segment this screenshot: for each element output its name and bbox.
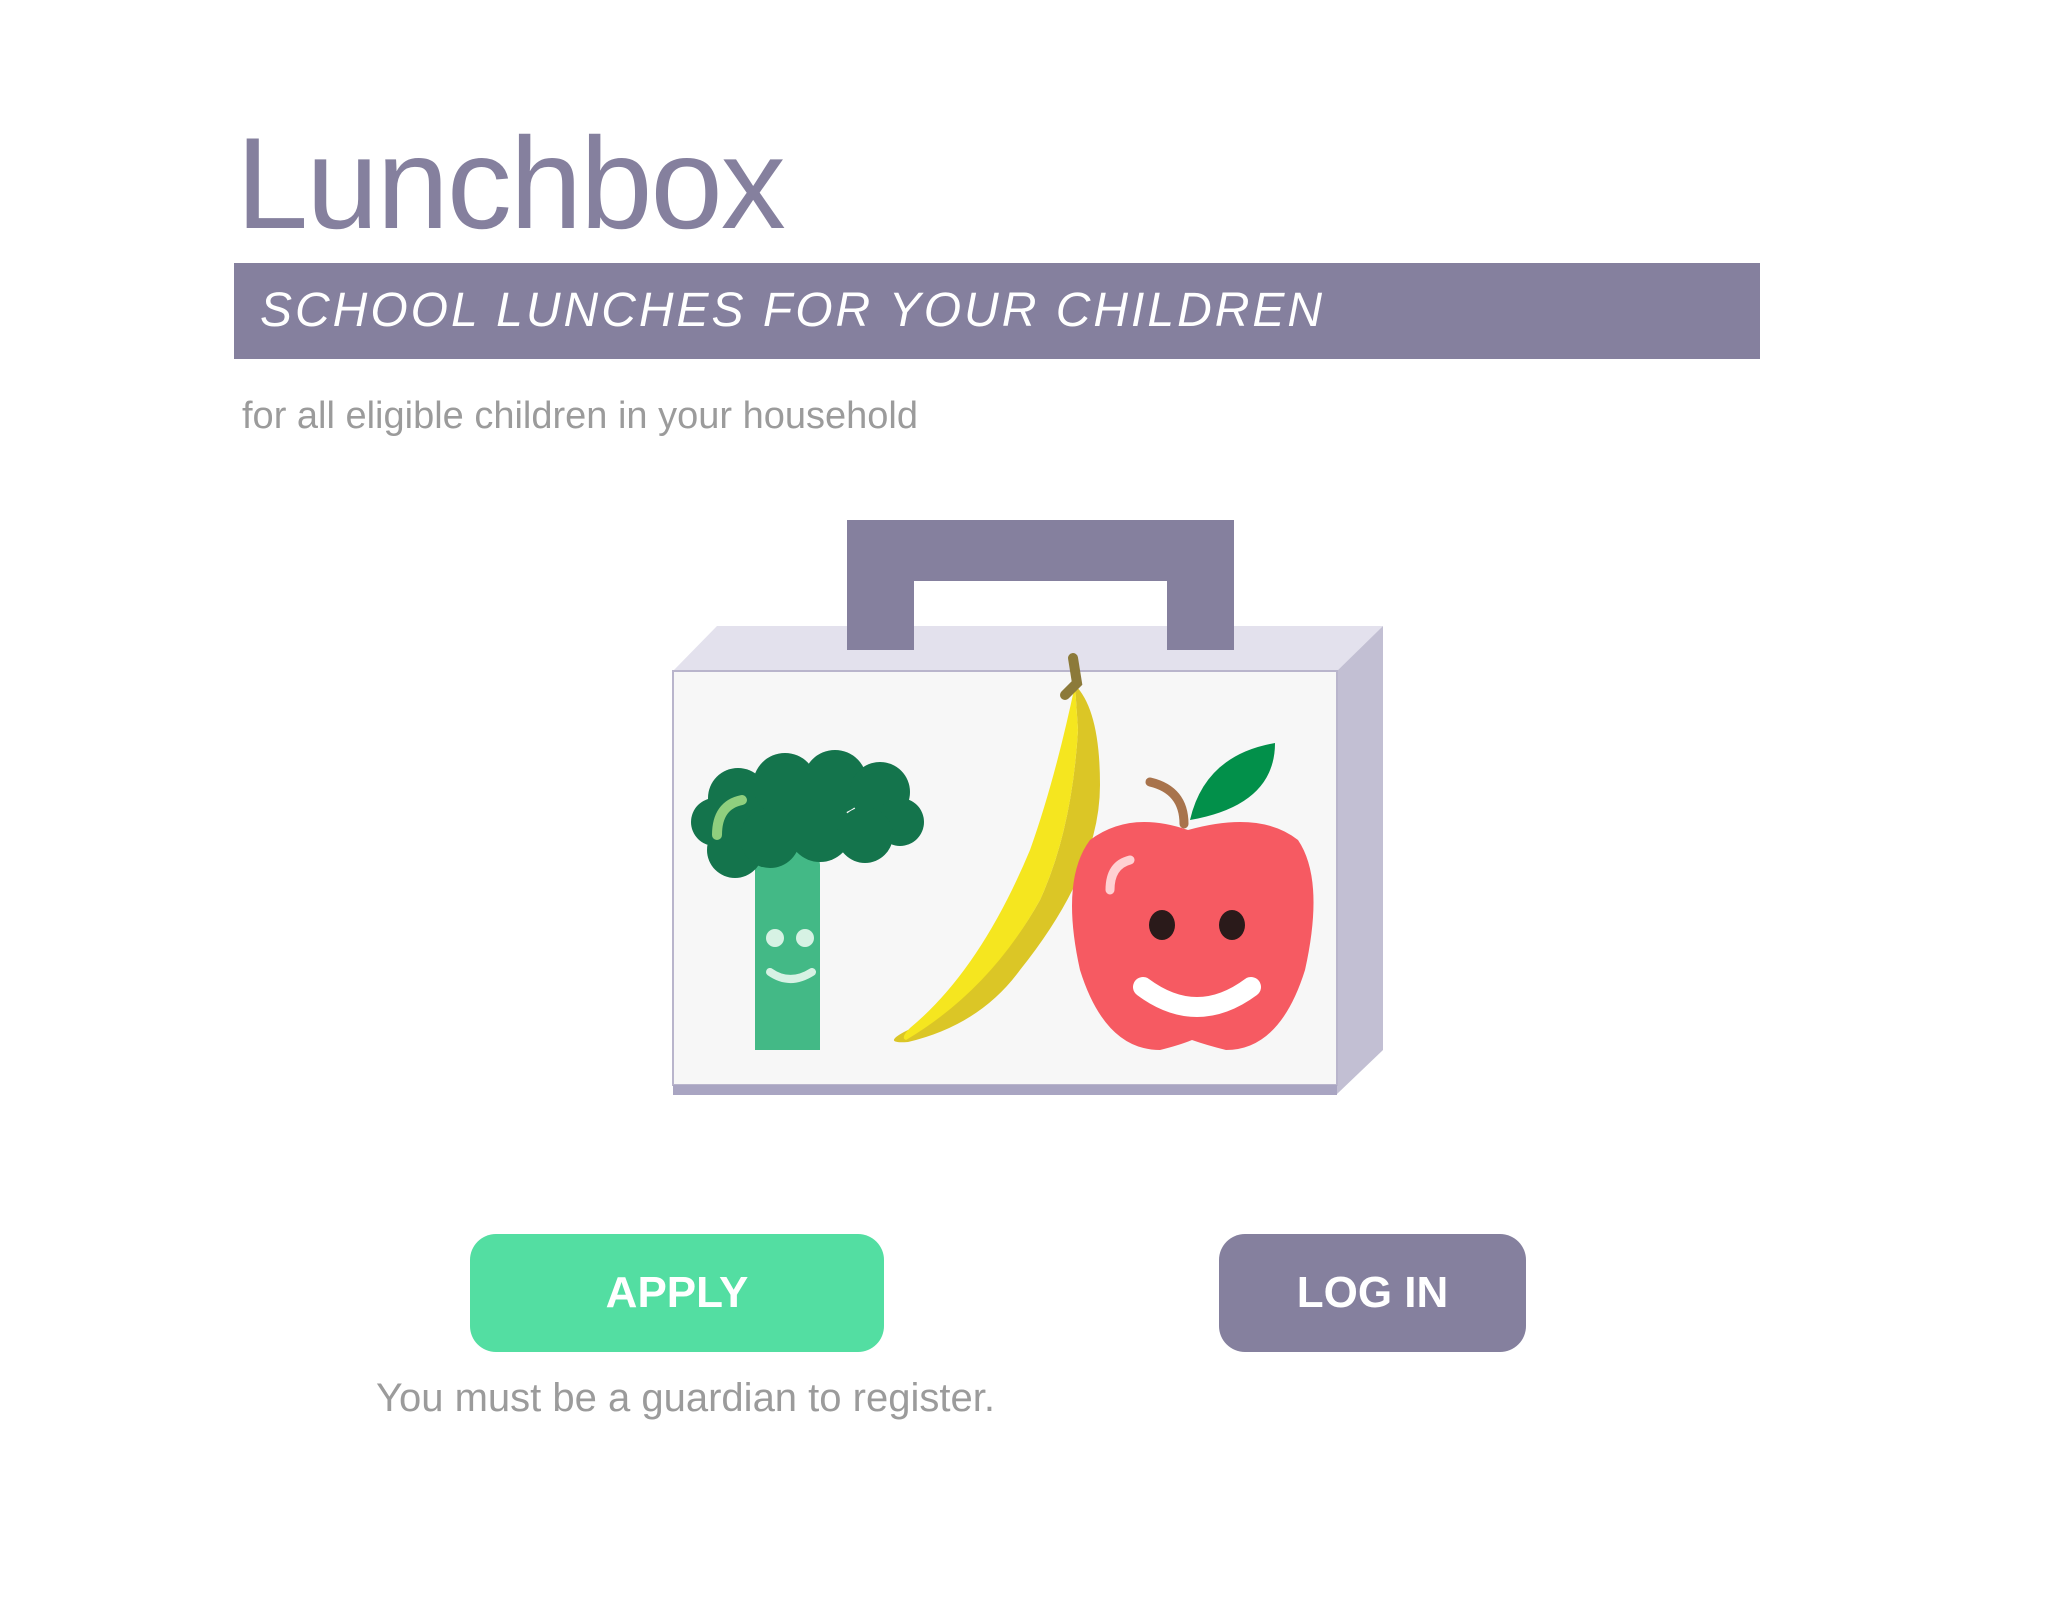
tagline-banner: SCHOOL LUNCHES FOR YOUR CHILDREN [234, 263, 1760, 359]
apply-button[interactable]: APPLY [470, 1234, 884, 1352]
lunchbox-icon [672, 520, 1383, 1095]
lunchbox-lid [673, 626, 1383, 671]
tagline-text: SCHOOL LUNCHES FOR YOUR CHILDREN [260, 284, 1326, 337]
lunchbox-side [1337, 626, 1383, 1094]
login-button[interactable]: LOG IN [1219, 1234, 1526, 1352]
lunchbox-base [673, 1085, 1337, 1095]
app-title: Lunchbox [236, 110, 786, 256]
guardian-note: You must be a guardian to register. [376, 1376, 995, 1420]
subtitle: for all eligible children in your househ… [242, 395, 918, 437]
